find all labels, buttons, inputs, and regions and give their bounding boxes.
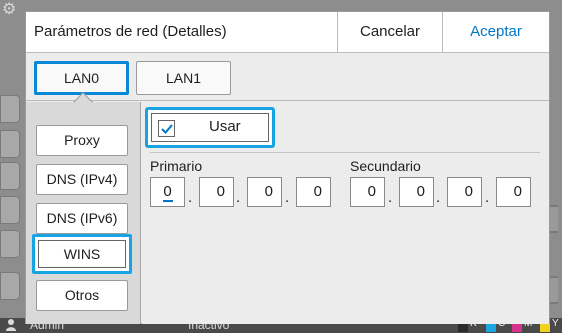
octet-separator: . bbox=[285, 189, 290, 206]
primary-octet-4[interactable]: 0 bbox=[296, 177, 331, 207]
secondary-octet-1[interactable]: 0 bbox=[350, 177, 385, 207]
accept-button[interactable]: Aceptar bbox=[442, 12, 549, 52]
octet-separator: . bbox=[388, 189, 393, 206]
lan-tabs: LAN0 LAN1 bbox=[26, 53, 549, 101]
primary-label: Primario bbox=[150, 158, 203, 174]
divider bbox=[150, 152, 540, 153]
secondary-octet-2[interactable]: 0 bbox=[399, 177, 434, 207]
use-toggle-button[interactable]: Usar bbox=[145, 107, 275, 148]
primary-octet-3[interactable]: 0 bbox=[247, 177, 282, 207]
tab-lan1[interactable]: LAN1 bbox=[136, 61, 231, 95]
octet-separator: . bbox=[436, 189, 441, 206]
use-label: Usar bbox=[209, 118, 241, 135]
ink-y-label: Y bbox=[552, 318, 559, 329]
side-item-wins-label: WINS bbox=[38, 240, 126, 268]
network-details-dialog: Parámetros de red (Detalles) Cancelar Ac… bbox=[25, 11, 550, 324]
tab-lan0[interactable]: LAN0 bbox=[34, 61, 129, 95]
cancel-button[interactable]: Cancelar bbox=[337, 12, 442, 52]
side-item-otros[interactable]: Otros bbox=[36, 280, 128, 311]
octet-separator: . bbox=[485, 189, 490, 206]
octet-separator: . bbox=[236, 189, 241, 206]
background-tab bbox=[0, 272, 20, 300]
user-icon bbox=[6, 319, 16, 331]
octet-separator: . bbox=[188, 189, 193, 206]
side-item-dns-ipv4[interactable]: DNS (IPv4) bbox=[36, 164, 128, 195]
text-cursor bbox=[163, 200, 173, 202]
use-toggle-inner: Usar bbox=[151, 113, 269, 142]
dialog-title: Parámetros de red (Detalles) bbox=[34, 23, 227, 40]
secondary-label: Secundario bbox=[350, 158, 421, 174]
side-item-dns-ipv6[interactable]: DNS (IPv6) bbox=[36, 203, 128, 234]
background-tab bbox=[0, 230, 20, 258]
secondary-octet-3[interactable]: 0 bbox=[447, 177, 482, 207]
secondary-octet-4[interactable]: 0 bbox=[496, 177, 531, 207]
background-tab bbox=[0, 95, 20, 123]
dialog-title-bar: Parámetros de red (Detalles) Cancelar Ac… bbox=[26, 12, 549, 53]
background-tab bbox=[0, 162, 20, 190]
use-checkbox[interactable] bbox=[158, 120, 175, 137]
primary-octet-2[interactable]: 0 bbox=[199, 177, 234, 207]
side-item-wins[interactable]: WINS bbox=[32, 234, 132, 274]
background-tab bbox=[0, 196, 20, 224]
background-tab bbox=[0, 130, 20, 158]
primary-octet-1[interactable]: 0 bbox=[150, 177, 185, 207]
wins-settings: Usar Primario 0 . 0 . 0 . 0 Secundario 0… bbox=[142, 102, 549, 324]
checkmark-icon bbox=[161, 124, 173, 134]
side-item-proxy[interactable]: Proxy bbox=[36, 125, 128, 156]
primary-octet-1-value: 0 bbox=[163, 183, 172, 200]
side-menu: Proxy DNS (IPv4) DNS (IPv6) WINS Otros bbox=[26, 102, 141, 324]
gear-icon: ⚙ bbox=[2, 1, 17, 18]
